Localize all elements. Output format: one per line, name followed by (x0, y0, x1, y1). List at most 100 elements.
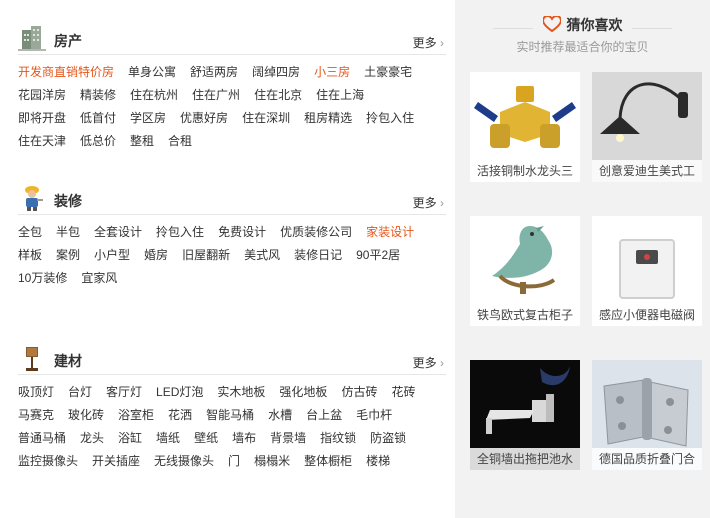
link-item[interactable]: 吸顶灯 (18, 381, 54, 404)
link-item[interactable]: 毛巾杆 (356, 404, 392, 427)
link-item[interactable]: 单身公寓 (128, 61, 176, 84)
product-card[interactable]: 创意爱迪生美式工 (592, 72, 702, 182)
link-item[interactable]: 低总价 (80, 130, 116, 153)
product-caption: 感应小便器电磁阀 (592, 304, 702, 326)
link-item[interactable]: 龙头 (80, 427, 104, 450)
link-item[interactable]: 拎包入住 (366, 107, 414, 130)
link-item[interactable]: 台上盆 (306, 404, 342, 427)
section-title: 装修 (54, 193, 82, 209)
chevron-right-icon: › (440, 356, 444, 370)
link-item[interactable]: 家装设计 (366, 221, 414, 244)
link-item[interactable]: 优质装修公司 (280, 221, 352, 244)
link-item[interactable]: 指纹锁 (320, 427, 356, 450)
link-item[interactable]: 防盗锁 (370, 427, 406, 450)
link-item[interactable]: 全套设计 (94, 221, 142, 244)
product-caption: 铁鸟欧式复古柜子 (470, 304, 580, 326)
link-item[interactable]: 台灯 (68, 381, 92, 404)
link-item[interactable]: 强化地板 (279, 381, 327, 404)
link-item[interactable]: 开发商直销特价房 (18, 61, 114, 84)
section-title: 建材 (54, 353, 82, 369)
link-item[interactable]: 舒适两房 (190, 61, 238, 84)
link-item[interactable]: 住在上海 (316, 84, 364, 107)
link-item[interactable]: 阔绰四房 (252, 61, 300, 84)
link-list: 吸顶灯 台灯 客厅灯 LED灯泡 实木地板 强化地板 仿古砖 花砖 马赛克 玻化砖 浴室柜 花洒 智能… (18, 375, 446, 473)
link-item[interactable]: 优惠好房 (180, 107, 228, 130)
link-item[interactable]: 花洒 (168, 404, 192, 427)
link-item[interactable]: 浴缸 (118, 427, 142, 450)
link-item[interactable]: 住在杭州 (130, 84, 178, 107)
link-item[interactable]: 浴室柜 (118, 404, 154, 427)
chevron-right-icon: › (440, 196, 444, 210)
link-item[interactable]: 拎包入住 (156, 221, 204, 244)
link-item[interactable]: 样板 (18, 244, 42, 267)
link-item[interactable]: 背景墙 (270, 427, 306, 450)
link-item[interactable]: 楼梯 (366, 450, 390, 473)
more-link[interactable]: 更多 › (413, 34, 444, 51)
product-caption: 全铜墙出拖把池水 (470, 448, 580, 470)
link-item[interactable]: 半包 (56, 221, 80, 244)
link-item[interactable]: 整租 (130, 130, 154, 153)
heart-icon (542, 16, 561, 32)
link-item[interactable]: 榻榻米 (254, 450, 290, 473)
link-item[interactable]: 租房精选 (304, 107, 352, 130)
link-item[interactable]: 宜家风 (81, 267, 117, 290)
link-item[interactable]: 马赛克 (18, 404, 54, 427)
link-item[interactable]: 墙纸 (156, 427, 180, 450)
link-item[interactable]: 普通马桶 (18, 427, 66, 450)
more-link[interactable]: 更多 › (413, 354, 444, 371)
section-header: 装修 更多 › (18, 184, 446, 215)
product-card[interactable]: 感应小便器电磁阀 (592, 216, 702, 326)
link-item[interactable]: 住在天津 (18, 130, 66, 153)
more-link[interactable]: 更多 › (413, 194, 444, 211)
link-item[interactable]: 低首付 (80, 107, 116, 130)
link-item[interactable]: 整体橱柜 (304, 450, 352, 473)
link-item[interactable]: 墙布 (232, 427, 256, 450)
link-item[interactable]: 90平2居 (356, 244, 400, 267)
link-item[interactable]: 土豪豪宅 (364, 61, 412, 84)
link-item[interactable]: 监控摄像头 (18, 450, 78, 473)
link-item[interactable]: 美式风 (244, 244, 280, 267)
link-item[interactable]: 玻化砖 (68, 404, 104, 427)
link-item[interactable]: 仿古砖 (341, 381, 377, 404)
link-item[interactable]: 住在北京 (254, 84, 302, 107)
product-caption: 活接铜制水龙头三 (470, 160, 580, 182)
section-header: 房产 更多 › (18, 24, 446, 55)
link-item[interactable]: 小户型 (94, 244, 130, 267)
lamp-icon (26, 347, 38, 371)
link-item[interactable]: 智能马桶 (206, 404, 254, 427)
link-item[interactable]: 全包 (18, 221, 42, 244)
product-card[interactable]: 铁鸟欧式复古柜子 (470, 216, 580, 326)
link-item[interactable]: 合租 (168, 130, 192, 153)
link-item[interactable]: 住在深圳 (242, 107, 290, 130)
link-item[interactable]: 客厅灯 (106, 381, 142, 404)
link-item[interactable]: 无线摄像头 (154, 450, 214, 473)
link-item[interactable]: 水槽 (268, 404, 292, 427)
product-card[interactable]: 全铜墙出拖把池水 (470, 360, 580, 470)
link-item[interactable]: 花园洋房 (18, 84, 66, 107)
link-item[interactable]: 小三房 (314, 61, 350, 84)
link-item[interactable]: 免费设计 (218, 221, 266, 244)
link-list: 全包 半包 全套设计 拎包入住 免费设计 优质装修公司 家装设计 样板 案例 小户型 婚房 旧屋翻新… (18, 215, 446, 290)
link-item[interactable]: 门 (228, 450, 240, 473)
link-item[interactable]: 案例 (56, 244, 80, 267)
link-item[interactable]: 学区房 (130, 107, 166, 130)
recommendation-subtitle: 实时推荐最适合你的宝贝 (516, 40, 649, 54)
link-item[interactable]: 壁纸 (194, 427, 218, 450)
product-card[interactable]: 德国品质折叠门合 (592, 360, 702, 470)
link-item[interactable]: 旧屋翻新 (182, 244, 230, 267)
link-item[interactable]: 婚房 (144, 244, 168, 267)
recommendation-header: 猜你喜欢 实时推荐最适合你的宝贝 (455, 15, 710, 55)
link-item[interactable]: 即将开盘 (18, 107, 66, 130)
section-decoration: 装修 更多 › 全包 半包 全套设计 拎包入住 免费设计 优质装修公司 家装设计 样板 案例小… (18, 184, 446, 290)
link-item[interactable]: 10万装修 (18, 267, 67, 290)
link-item[interactable]: 装修日记 (294, 244, 342, 267)
link-item[interactable]: LED灯泡 (156, 381, 203, 404)
link-item[interactable]: 开关插座 (92, 450, 140, 473)
link-item[interactable]: 精装修 (80, 84, 116, 107)
chevron-right-icon: › (440, 36, 444, 50)
product-caption: 德国品质折叠门合 (592, 448, 702, 470)
link-item[interactable]: 住在广州 (192, 84, 240, 107)
product-card[interactable]: 活接铜制水龙头三 (470, 72, 580, 182)
link-item[interactable]: 花砖 (391, 381, 415, 404)
link-item[interactable]: 实木地板 (217, 381, 265, 404)
